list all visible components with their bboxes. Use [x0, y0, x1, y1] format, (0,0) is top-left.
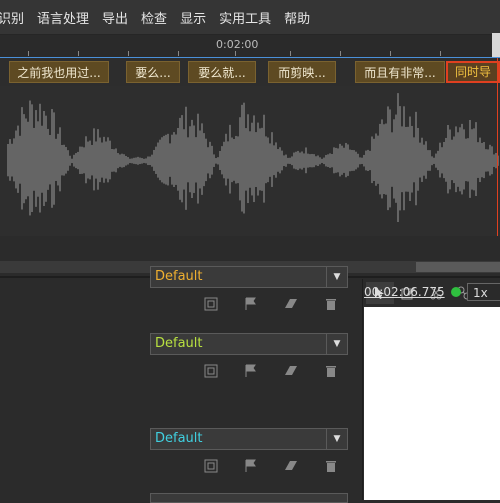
playhead-line: [497, 58, 498, 236]
menu-language[interactable]: 语言处理: [37, 8, 89, 27]
ruler-tick: [440, 51, 441, 56]
menu-export[interactable]: 导出: [102, 8, 128, 27]
ruler-tick: [28, 51, 29, 56]
style-select[interactable]: [150, 493, 348, 503]
trash-icon[interactable]: [322, 296, 340, 312]
subtitle-block[interactable]: 而且有非常...: [355, 61, 445, 83]
chevron-down-icon: ▼: [326, 429, 347, 449]
trash-icon[interactable]: [322, 363, 340, 379]
chevron-down-icon: ▼: [326, 267, 347, 287]
flag-icon[interactable]: [242, 458, 260, 474]
trash-icon[interactable]: [322, 458, 340, 474]
audio-waveform[interactable]: [0, 86, 500, 236]
subtitle-block[interactable]: 要么...: [126, 61, 180, 83]
style-select-value: Default: [155, 431, 203, 446]
menu-bar: 识别 语言处理 导出 检查 显示 实用工具 帮助: [0, 0, 500, 35]
subtitle-block[interactable]: 而剪映...: [268, 61, 336, 83]
ruler-time-label: 0:02:00: [216, 38, 259, 51]
ruler-tick: [128, 51, 129, 56]
ruler-tick: [235, 51, 236, 56]
video-preview[interactable]: [364, 307, 500, 500]
frame-icon[interactable]: [202, 458, 220, 474]
ruler-tick: [390, 51, 391, 56]
subtitle-block[interactable]: 要么就...: [188, 61, 256, 83]
ruler-tick: [290, 51, 291, 56]
style-actions: [202, 363, 340, 379]
playback-speed-select[interactable]: 1x: [467, 283, 500, 301]
ruler-tick: [178, 51, 179, 56]
eraser-icon[interactable]: [282, 296, 300, 312]
menu-help[interactable]: 帮助: [284, 8, 310, 27]
menu-recognize[interactable]: 识别: [0, 8, 24, 27]
frame-icon[interactable]: [202, 296, 220, 312]
style-select[interactable]: Default ▼: [150, 333, 348, 355]
menu-display[interactable]: 显示: [180, 8, 206, 27]
eraser-icon[interactable]: [282, 363, 300, 379]
scrollbar-thumb[interactable]: [416, 262, 500, 272]
frame-icon[interactable]: [202, 363, 220, 379]
style-select[interactable]: Default ▼: [150, 266, 348, 288]
subtitle-block[interactable]: 之前我也用过...: [9, 61, 109, 83]
waveform-graphic: [7, 93, 499, 223]
subtitle-block-active[interactable]: 同时导: [446, 61, 500, 83]
style-select-value: Default: [155, 336, 203, 351]
status-indicator: [451, 287, 461, 297]
ruler-tick: [340, 51, 341, 56]
style-actions: [202, 296, 340, 312]
style-select[interactable]: Default ▼: [150, 428, 348, 450]
subtitle-track: 之前我也用过... 要么... 要么就... 而剪映... 而且有非常... 同…: [0, 58, 500, 86]
style-actions: [202, 458, 340, 474]
timeline-ruler[interactable]: 0:02:00: [0, 35, 500, 58]
menu-tools[interactable]: 实用工具: [219, 8, 271, 27]
chevron-down-icon: ▼: [326, 334, 347, 354]
timecode-display[interactable]: 00:02:06.775: [364, 285, 445, 299]
flag-icon[interactable]: [242, 363, 260, 379]
flag-icon[interactable]: [242, 296, 260, 312]
menu-check[interactable]: 检查: [141, 8, 167, 27]
style-select-value: Default: [155, 269, 203, 284]
eraser-icon[interactable]: [282, 458, 300, 474]
playhead-handle[interactable]: [492, 33, 500, 57]
ruler-tick: [78, 51, 79, 56]
